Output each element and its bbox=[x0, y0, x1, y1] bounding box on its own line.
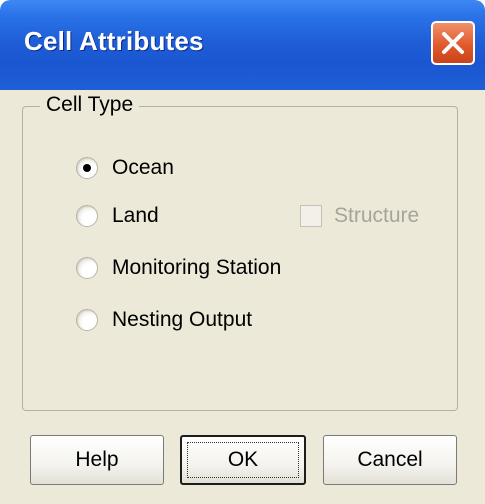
radio-ocean[interactable]: Ocean bbox=[76, 152, 174, 184]
radio-button-monitoring-station[interactable] bbox=[76, 257, 98, 279]
structure-checkbox-row: Structure bbox=[300, 200, 419, 232]
help-button-label: Help bbox=[75, 448, 119, 471]
radio-nesting-output[interactable]: Nesting Output bbox=[76, 304, 252, 336]
ok-button[interactable]: OK bbox=[180, 435, 306, 485]
close-icon bbox=[442, 32, 464, 54]
close-button[interactable] bbox=[431, 21, 475, 65]
radio-button-land[interactable] bbox=[76, 205, 98, 227]
cancel-button[interactable]: Cancel bbox=[323, 435, 457, 485]
radio-label-land: Land bbox=[112, 204, 159, 227]
radio-label-nesting-output: Nesting Output bbox=[112, 308, 253, 331]
title-bar[interactable]: Cell Attributes bbox=[0, 0, 485, 90]
cancel-button-label: Cancel bbox=[357, 448, 423, 471]
radio-button-ocean[interactable] bbox=[76, 157, 98, 179]
radio-label-monitoring-station: Monitoring Station bbox=[112, 256, 282, 279]
help-button[interactable]: Help bbox=[30, 435, 164, 485]
structure-label: Structure bbox=[334, 204, 420, 227]
focus-rectangle bbox=[187, 442, 299, 478]
cell-type-legend: Cell Type bbox=[40, 93, 140, 117]
radio-button-nesting-output[interactable] bbox=[76, 309, 98, 331]
radio-label-ocean: Ocean bbox=[112, 156, 174, 179]
radio-land[interactable]: Land bbox=[76, 200, 159, 232]
cell-attributes-dialog: Cell Attributes Cell Type Ocean Land Mon… bbox=[0, 0, 485, 504]
structure-checkbox bbox=[300, 205, 322, 227]
radio-monitoring-station[interactable]: Monitoring Station bbox=[76, 252, 281, 284]
window-title: Cell Attributes bbox=[24, 26, 204, 56]
